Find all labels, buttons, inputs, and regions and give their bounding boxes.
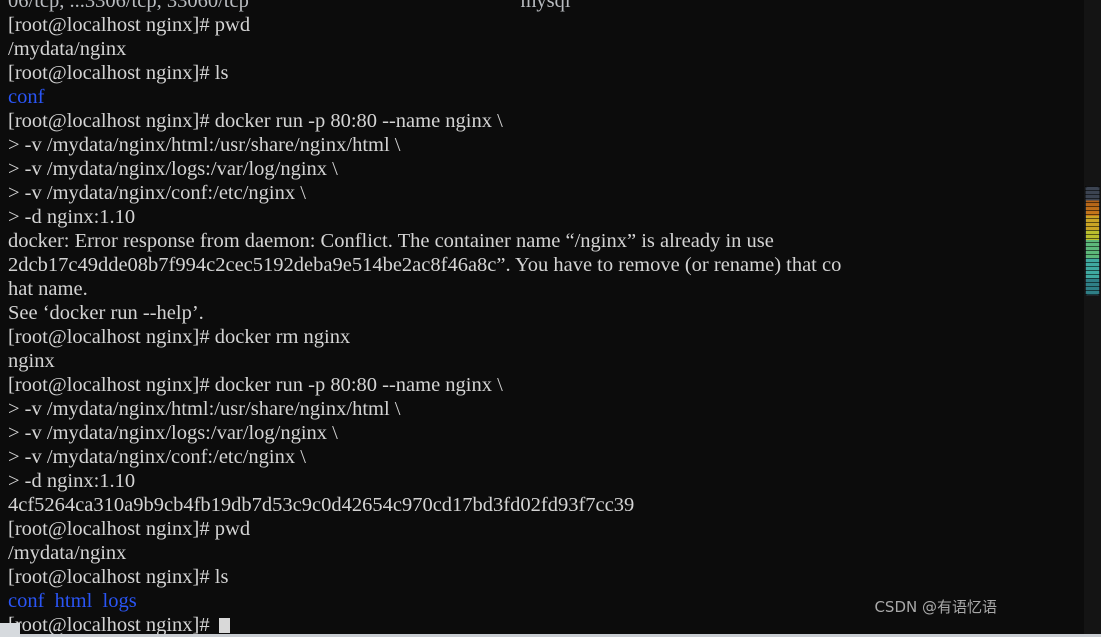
vertical-scrollbar-track[interactable]: [1084, 0, 1101, 637]
terminal-line-error: hat name.: [8, 278, 88, 300]
terminal-line-continuation: > -v /mydata/nginx/logs:/var/log/nginx \: [8, 158, 338, 180]
terminal-line-output: /mydata/nginx: [8, 38, 127, 60]
terminal-line-prompt: [root@localhost nginx]# ls: [8, 62, 229, 84]
csdn-watermark: CSDN @有语忆语: [874, 598, 997, 616]
terminal-line-continuation: > -v /mydata/nginx/html:/usr/share/nginx…: [8, 398, 401, 420]
terminal-line-continuation: > -v /mydata/nginx/conf:/etc/nginx \: [8, 182, 306, 204]
terminal-window[interactable]: 06/tcp, ...3306/tcp, 33060/tcp mysql [ro…: [0, 0, 1101, 637]
text-cursor: [218, 618, 230, 633]
terminal-line-container-id: 4cf5264ca310a9b9cb4fb19db7d53c9c0d42654c…: [8, 494, 635, 516]
terminal-line-prompt: [root@localhost nginx]# pwd: [8, 14, 251, 36]
active-prompt-text: [root@localhost nginx]#: [8, 614, 215, 636]
terminal-line-output: nginx: [8, 350, 55, 372]
terminal-line-output: 06/tcp, ...3306/tcp, 33060/tcp mysql: [8, 0, 571, 12]
terminal-screen[interactable]: 06/tcp, ...3306/tcp, 33060/tcp mysql [ro…: [8, 0, 1093, 637]
terminal-line-continuation: > -v /mydata/nginx/logs:/var/log/nginx \: [8, 422, 338, 444]
terminal-line-output: /mydata/nginx: [8, 542, 127, 564]
terminal-line-continuation: > -v /mydata/nginx/html:/usr/share/nginx…: [8, 134, 401, 156]
terminal-line-continuation: > -d nginx:1.10: [8, 470, 136, 492]
terminal-line-prompt: [root@localhost nginx]# ls: [8, 566, 229, 588]
terminal-line-prompt: [root@localhost nginx]# docker run -p 80…: [8, 110, 503, 132]
terminal-line-directory-listing: conf: [8, 86, 45, 108]
terminal-line-error: docker: Error response from daemon: Conf…: [8, 230, 774, 252]
terminal-line-prompt: [root@localhost nginx]# docker rm nginx: [8, 326, 351, 348]
terminal-line-error: See ‘docker run --help’.: [8, 302, 204, 324]
vertical-scrollbar-thumb[interactable]: [1085, 186, 1100, 296]
terminal-line-error: 2dcb17c49dde08b7f994c2cec5192deba9e514be…: [8, 254, 842, 276]
terminal-line-prompt: [root@localhost nginx]# pwd: [8, 518, 251, 540]
window-bottom-left-corner: [0, 623, 20, 637]
terminal-line-prompt: [root@localhost nginx]# docker run -p 80…: [8, 374, 503, 396]
terminal-line-continuation: > -v /mydata/nginx/conf:/etc/nginx \: [8, 446, 306, 468]
terminal-line-continuation: > -d nginx:1.10: [8, 206, 136, 228]
